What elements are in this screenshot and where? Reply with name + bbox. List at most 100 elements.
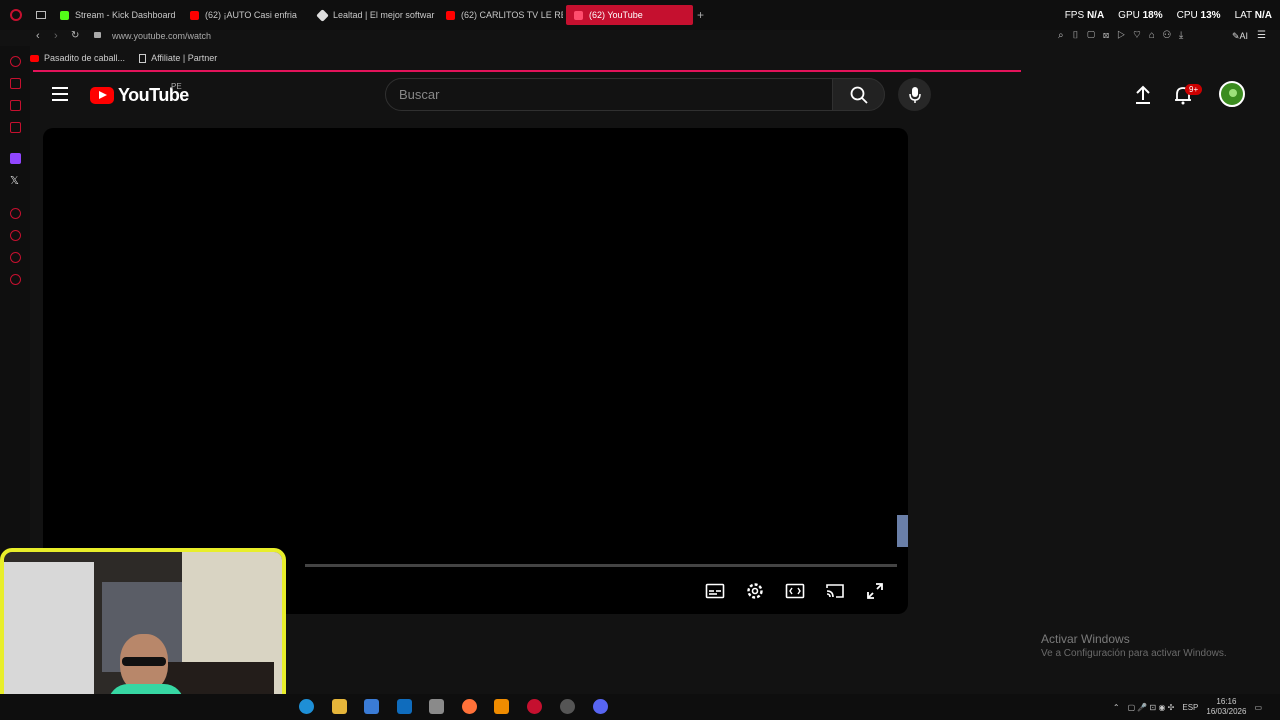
reload-icon[interactable]: ↻ bbox=[71, 30, 79, 41]
browser-toolbar-icons[interactable]: ⌕▯▢⊠▷♡⌂⚇⤓ bbox=[1058, 30, 1191, 41]
streamer-sunglasses bbox=[122, 657, 166, 666]
back-icon[interactable]: ‹ bbox=[36, 30, 40, 42]
search-button[interactable] bbox=[832, 78, 885, 111]
easy-setup-icon[interactable]: ☰ bbox=[1257, 30, 1266, 41]
subtitles-icon bbox=[705, 583, 725, 599]
notification-center-icon[interactable]: ▭ bbox=[1254, 703, 1262, 712]
notification-count-badge: 9+ bbox=[1185, 84, 1203, 95]
history-icon[interactable] bbox=[10, 230, 21, 241]
outlook-icon[interactable] bbox=[397, 699, 412, 714]
clock[interactable]: 16:16 16/03/2026 bbox=[1206, 697, 1246, 717]
tab-kick-dashboard[interactable]: Stream - Kick Dashboard bbox=[52, 5, 177, 25]
gx-performance-hud: FPS N/A GPU 18% CPU 13% LAT N/A bbox=[1065, 10, 1272, 21]
store-icon[interactable] bbox=[364, 699, 379, 714]
search-input[interactable]: Buscar bbox=[385, 78, 833, 111]
activation-watermark-title: Activar Windows bbox=[1041, 632, 1130, 646]
twitch-icon[interactable] bbox=[10, 153, 21, 164]
subtitles-button[interactable] bbox=[705, 582, 725, 600]
voice-search-button[interactable] bbox=[898, 78, 931, 111]
lock-icon bbox=[94, 32, 101, 38]
opera-icon[interactable] bbox=[10, 9, 22, 21]
bookmarks-bar: Pasadito de caball... Affiliate | Partne… bbox=[30, 50, 217, 66]
app-icon[interactable] bbox=[429, 699, 444, 714]
search-placeholder: Buscar bbox=[399, 87, 440, 102]
theater-mode-button[interactable] bbox=[785, 582, 805, 600]
settings-icon[interactable] bbox=[10, 274, 21, 285]
video-player[interactable] bbox=[43, 128, 908, 614]
tab-youtube-active[interactable]: (62) YouTube bbox=[566, 5, 693, 25]
hamburger-menu-icon[interactable] bbox=[52, 87, 68, 101]
instagram-icon[interactable] bbox=[10, 122, 21, 133]
system-tray: ⌃ ▢ 🎤 ⊡ ◉ ✣ ESP 16:16 16/03/2026 ▭ bbox=[1113, 697, 1262, 717]
bookmark-pasadito[interactable]: Pasadito de caball... bbox=[30, 50, 125, 66]
youtube-play-icon bbox=[90, 87, 114, 104]
tab-label: (62) ¡AUTO Casi enfria bbox=[205, 10, 297, 20]
lealtad-icon bbox=[316, 8, 329, 22]
new-tab-button[interactable]: + bbox=[697, 8, 704, 22]
url-field[interactable]: www.youtube.com/watch bbox=[112, 31, 211, 41]
tab-auto-video[interactable]: (62) ¡AUTO Casi enfria bbox=[182, 5, 307, 25]
tab-lealtad[interactable]: Lealtad | El mejor softwar bbox=[310, 5, 435, 25]
avatar[interactable] bbox=[1219, 81, 1245, 107]
clock-time: 16:16 bbox=[1216, 697, 1237, 706]
file-explorer-icon[interactable] bbox=[332, 699, 347, 714]
lat-readout: LAT N/A bbox=[1234, 10, 1272, 21]
youtube-icon bbox=[30, 54, 39, 62]
clock-date: 16/03/2026 bbox=[1206, 707, 1247, 716]
youtube-icon bbox=[574, 10, 583, 20]
miniplayer-icon bbox=[785, 583, 805, 599]
tab-label: (62) YouTube bbox=[589, 10, 643, 20]
activation-watermark-subtitle: Ve a Configuración para activar Windows. bbox=[1041, 648, 1227, 659]
document-icon bbox=[139, 53, 147, 63]
create-button[interactable] bbox=[1132, 84, 1154, 106]
gear-icon bbox=[747, 583, 763, 599]
messenger-icon[interactable] bbox=[10, 100, 21, 111]
cast-button[interactable] bbox=[825, 582, 845, 600]
cast-icon bbox=[826, 584, 844, 598]
avatar-head bbox=[1229, 89, 1237, 97]
microphone-icon bbox=[908, 86, 921, 103]
cpu-readout: CPU 13% bbox=[1176, 10, 1221, 21]
aria-ai-icon[interactable]: ✎AI bbox=[1232, 31, 1248, 42]
progress-bar[interactable] bbox=[305, 564, 897, 567]
gx-control-icon[interactable] bbox=[10, 56, 21, 67]
address-bar: ‹ › ↻ www.youtube.com/watch ⌕▯▢⊠▷♡⌂⚇⤓ ✎A… bbox=[30, 28, 1280, 46]
windows-taskbar bbox=[0, 694, 1280, 720]
discord-icon[interactable] bbox=[593, 699, 608, 714]
vlc-icon[interactable] bbox=[494, 699, 509, 714]
tab-carlitos-tv[interactable]: (62) CARLITOS TV LE RES bbox=[438, 5, 563, 25]
gx-corner-icon[interactable] bbox=[10, 78, 21, 89]
country-code: PE bbox=[171, 82, 182, 91]
fps-readout: FPS N/A bbox=[1064, 10, 1105, 21]
tab-strip: Stream - Kick Dashboard (62) ¡AUTO Casi … bbox=[0, 0, 1280, 30]
thumbnail-preview bbox=[897, 515, 908, 547]
edge-icon[interactable] bbox=[299, 699, 314, 714]
tab-label: Stream - Kick Dashboard bbox=[75, 10, 176, 20]
page-load-progress bbox=[33, 70, 1021, 72]
forward-icon[interactable]: › bbox=[54, 30, 58, 42]
gpu-readout: GPU 18% bbox=[1118, 10, 1163, 21]
settings-button[interactable] bbox=[745, 582, 765, 600]
tab-label: (62) CARLITOS TV LE RES bbox=[461, 10, 563, 20]
youtube-icon bbox=[446, 10, 455, 20]
tab-menu-icon[interactable] bbox=[36, 11, 46, 19]
language-indicator[interactable]: ESP bbox=[1182, 703, 1198, 712]
opera-gx-icon[interactable] bbox=[527, 699, 542, 714]
shelf-left bbox=[4, 562, 94, 712]
player-icon[interactable] bbox=[10, 208, 21, 219]
kick-icon bbox=[60, 10, 69, 20]
fullscreen-icon bbox=[867, 583, 883, 599]
webcam-overlay bbox=[0, 548, 286, 718]
extensions-icon[interactable] bbox=[10, 252, 21, 263]
tray-icons[interactable]: ▢ 🎤 ⊡ ◉ ✣ bbox=[1128, 703, 1175, 712]
obs-icon[interactable] bbox=[560, 699, 575, 714]
fullscreen-button[interactable] bbox=[865, 582, 885, 600]
bookmark-affiliate[interactable]: Affiliate | Partner bbox=[139, 50, 217, 66]
search-icon bbox=[850, 86, 868, 104]
firefox-icon[interactable] bbox=[462, 699, 477, 714]
bookmark-label: Affiliate | Partner bbox=[151, 53, 218, 63]
x-icon[interactable]: 𝕏 bbox=[10, 174, 19, 187]
upload-icon bbox=[1136, 85, 1150, 104]
youtube-icon bbox=[190, 10, 199, 20]
chevron-up-icon[interactable]: ⌃ bbox=[1113, 703, 1120, 712]
